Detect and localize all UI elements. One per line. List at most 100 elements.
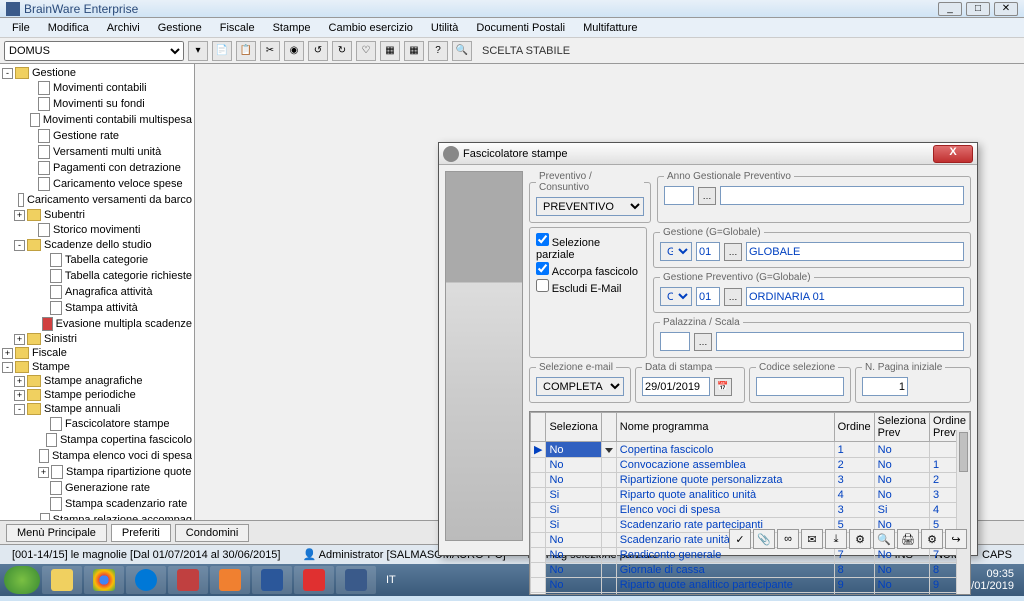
toolbar-cut-icon[interactable]: ✂ (260, 41, 280, 61)
menu-stampe[interactable]: Stampe (265, 20, 319, 36)
toolbar-search-icon[interactable]: 🔍 (452, 41, 472, 61)
taskbar-chrome[interactable] (84, 566, 124, 594)
tree-fiscale[interactable]: Fiscale (32, 347, 67, 359)
escludi-checkbox[interactable]: Escludi E-Mail (536, 279, 640, 295)
gest-name-input[interactable] (746, 242, 964, 261)
toolbar-btn-1[interactable]: 📄 (212, 41, 232, 61)
tree-item[interactable]: Stampe anagrafiche (44, 375, 142, 387)
dlg-link-button[interactable]: ∞ (777, 529, 799, 549)
grid-row[interactable]: NoRendiconto generale7No7 (531, 548, 970, 563)
dlg-export-button[interactable]: ⤓ (825, 529, 847, 549)
tree-item[interactable]: Stampa attività (65, 302, 138, 314)
accorpa-checkbox[interactable]: Accorpa fascicolo (536, 262, 640, 278)
anno-lookup-button[interactable]: … (698, 187, 716, 205)
grid-row[interactable]: NoGiornale di cassa8No8 (531, 563, 970, 578)
grid-row[interactable]: SiRiparto quote analitico unità4No3 (531, 488, 970, 503)
sel-email-select[interactable]: COMPLETA (536, 377, 624, 396)
tab-preferiti[interactable]: Preferiti (111, 524, 171, 542)
tree-item[interactable]: Movimenti contabili multispesa (43, 114, 192, 126)
tree-item[interactable]: Caricamento versamenti da barco (27, 194, 192, 206)
dlg-print-button[interactable]: 🖨 (897, 529, 919, 549)
tree-item[interactable]: Movimenti contabili (53, 82, 147, 94)
tree-expander[interactable]: + (14, 334, 25, 345)
tree-item[interactable]: Fascicolatore stampe (65, 418, 170, 430)
preventivo-select[interactable]: PREVENTIVO (536, 197, 644, 216)
dlg-tool1-button[interactable]: ⚙ (849, 529, 871, 549)
gest-lookup-button[interactable]: … (724, 243, 742, 261)
dlg-check-button[interactable]: ✓ (729, 529, 751, 549)
tree-expander[interactable]: + (14, 210, 25, 221)
gest-num-input[interactable] (696, 242, 720, 261)
grid-row[interactable]: NoRelazione rendicontoANoA (531, 593, 970, 596)
toolbar-btn-6[interactable]: ↻ (332, 41, 352, 61)
toolbar-btn-8[interactable]: ▦ (380, 41, 400, 61)
tree-item[interactable]: Generazione rate (65, 482, 150, 494)
grid-row[interactable]: SiElenco voci di spesa3Si4 (531, 503, 970, 518)
tree-item[interactable]: Stampa copertina fascicolo (60, 434, 192, 446)
grid-row[interactable]: NoRipartizione quote personalizzata3No2 (531, 473, 970, 488)
toolbar-dropdown-icon[interactable]: ▾ (188, 41, 208, 61)
tree-item[interactable]: Evasione multipla scadenze (56, 318, 192, 330)
anno-desc-input[interactable] (720, 186, 964, 205)
domus-select[interactable]: DOMUS (4, 41, 184, 61)
tree-stampe[interactable]: Stampe (32, 361, 70, 373)
anno-input[interactable] (664, 186, 694, 205)
pal-lookup-button[interactable]: … (694, 333, 712, 351)
taskbar-app2[interactable] (294, 566, 334, 594)
start-button[interactable] (4, 566, 40, 594)
menu-archivi[interactable]: Archivi (99, 20, 148, 36)
toolbar-btn-9[interactable]: ▦ (404, 41, 424, 61)
taskbar-brainware[interactable] (336, 566, 376, 594)
dlg-preview-button[interactable]: 🔍 (873, 529, 895, 549)
pagina-init-input[interactable] (862, 377, 908, 396)
dialog-close-button[interactable]: X (933, 145, 973, 163)
menu-documenti-postali[interactable]: Documenti Postali (468, 20, 573, 36)
dlg-exit-button[interactable]: ↪ (945, 529, 967, 549)
toolbar-btn-7[interactable]: ♡ (356, 41, 376, 61)
dlg-mail-button[interactable]: ✉ (801, 529, 823, 549)
tree-item[interactable]: Stampa elenco voci di spesa (52, 450, 192, 462)
tab-menu[interactable]: Menù Principale (6, 524, 107, 542)
dlg-attach-button[interactable]: 📎 (753, 529, 775, 549)
toolbar-btn-10[interactable]: ? (428, 41, 448, 61)
toolbar-btn-5[interactable]: ↺ (308, 41, 328, 61)
tree-storico[interactable]: Storico movimenti (53, 224, 140, 236)
maximize-button[interactable]: □ (966, 2, 990, 16)
calendar-button[interactable]: 📅 (714, 378, 732, 396)
dialog-titlebar[interactable]: Fascicolatore stampe X (439, 143, 977, 165)
tree-item[interactable]: Pagamenti con detrazione (53, 162, 181, 174)
menu-modifica[interactable]: Modifica (40, 20, 97, 36)
menu-gestione[interactable]: Gestione (150, 20, 210, 36)
tree-item[interactable]: Tabella categorie richieste (65, 270, 192, 282)
tree-gestione[interactable]: Gestione (32, 67, 76, 79)
tree-subentri[interactable]: Subentri (44, 209, 85, 221)
taskbar-word[interactable] (252, 566, 292, 594)
minimize-button[interactable]: _ (938, 2, 962, 16)
tree-item[interactable]: Tabella categorie (65, 254, 148, 266)
toolbar-btn-4[interactable]: ◉ (284, 41, 304, 61)
tree-expander[interactable]: + (2, 348, 13, 359)
dlg-settings-button[interactable]: ⚙ (921, 529, 943, 549)
tree-item[interactable]: Caricamento veloce spese (53, 178, 183, 190)
menu-utilità[interactable]: Utilità (423, 20, 467, 36)
tab-condomini[interactable]: Condomini (175, 524, 250, 542)
tree-item[interactable]: Stampe periodiche (44, 389, 136, 401)
gestp-num-input[interactable] (696, 287, 720, 306)
tree-expander[interactable]: - (14, 240, 25, 251)
tree-expander[interactable]: + (14, 390, 25, 401)
tree-expander[interactable]: - (2, 362, 13, 373)
sel-parziale-checkbox[interactable]: Selezione parziale (536, 233, 640, 261)
tree-expander[interactable]: - (14, 404, 25, 415)
pal-desc-input[interactable] (716, 332, 964, 351)
taskbar-ie[interactable] (126, 566, 166, 594)
menu-multifatture[interactable]: Multifatture (575, 20, 645, 36)
tree-expander[interactable]: + (38, 467, 49, 478)
tree-item[interactable]: Versamenti multi unità (53, 146, 161, 158)
tree-sinistri[interactable]: Sinistri (44, 333, 77, 345)
menu-fiscale[interactable]: Fiscale (212, 20, 263, 36)
gestp-name-input[interactable] (746, 287, 964, 306)
tree-item[interactable]: Anagrafica attività (65, 286, 152, 298)
tree-item[interactable]: Stampa ripartizione quote (66, 466, 191, 478)
gestp-g-select[interactable]: O (660, 287, 692, 306)
gest-g-select[interactable]: G (660, 242, 692, 261)
